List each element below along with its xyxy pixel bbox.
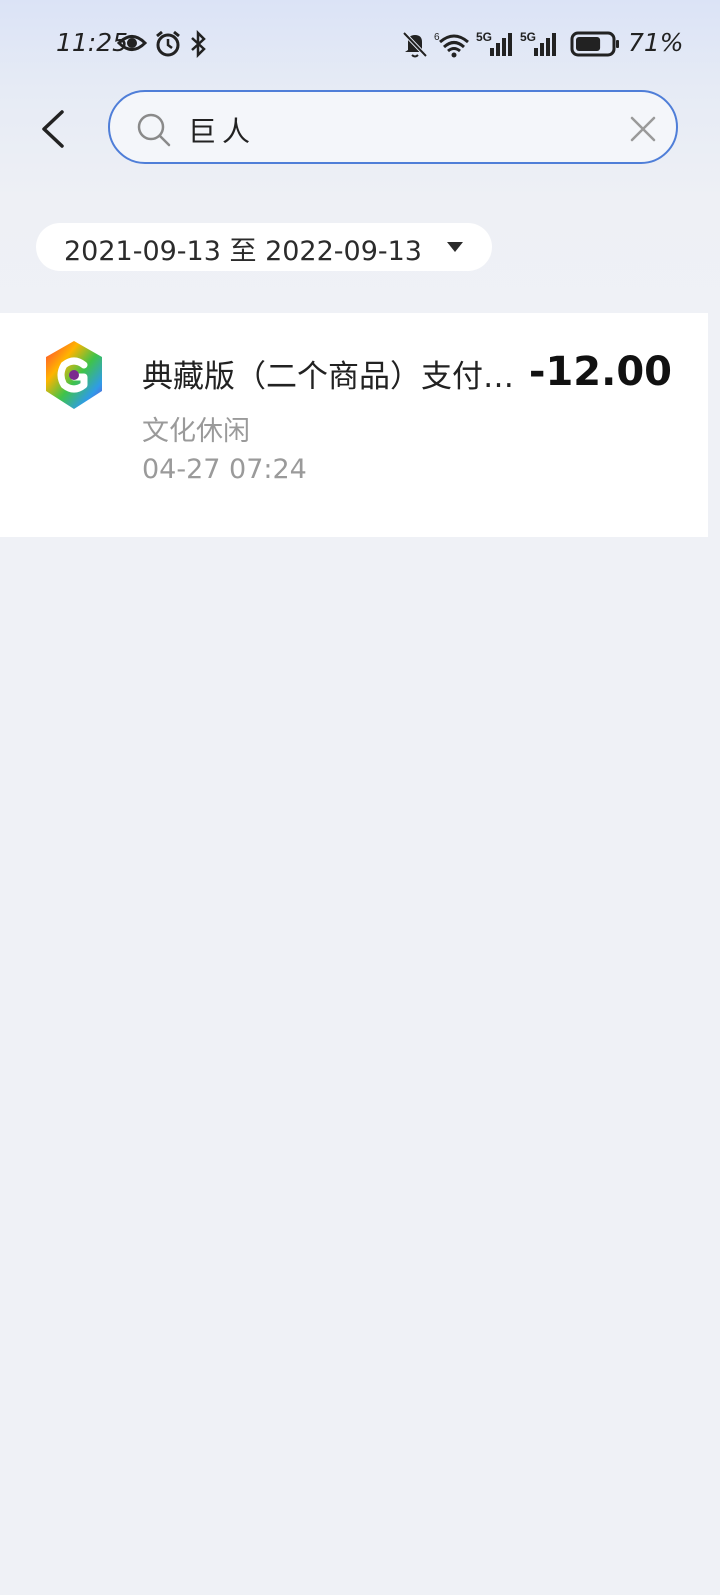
wifi-icon: 6 <box>434 32 469 58</box>
search-input[interactable]: 巨人 <box>108 90 678 164</box>
svg-text:5G: 5G <box>476 30 492 44</box>
transaction-title: 典藏版（二个商品）支付… <box>142 359 514 395</box>
transaction-amount: -12.00 <box>528 349 672 395</box>
status-bar: 11:25 6 5G 5G 71% <box>0 0 720 90</box>
date-range-label: 2021-09-13 至 2022-09-13 <box>64 236 422 267</box>
transaction-category: 文化休闲 <box>142 416 250 447</box>
eye-icon <box>117 35 147 51</box>
svg-text:5G: 5G <box>520 30 536 44</box>
app-logo-icon <box>46 341 102 409</box>
search-icon <box>137 113 171 147</box>
bluetooth-icon <box>191 30 206 58</box>
back-button[interactable] <box>28 100 84 160</box>
signal-5g-icon: 5G <box>520 30 556 56</box>
caret-down-icon <box>447 242 463 252</box>
chevron-left-icon <box>42 110 64 148</box>
battery-percent: 71% <box>628 28 684 57</box>
signal-5g-icon: 5G <box>476 30 512 56</box>
search-query[interactable]: 巨人 <box>188 110 256 150</box>
battery-icon <box>570 31 619 57</box>
close-icon[interactable] <box>628 114 658 144</box>
alarm-icon <box>156 30 180 57</box>
date-range-filter[interactable]: 2021-09-13 至 2022-09-13 <box>36 223 492 271</box>
transaction-item[interactable]: 典藏版（二个商品）支付… -12.00 文化休闲 04-27 07:24 <box>0 313 708 537</box>
mute-bell-icon <box>402 31 428 58</box>
transaction-time: 04-27 07:24 <box>142 454 307 485</box>
svg-text:6: 6 <box>434 32 440 43</box>
